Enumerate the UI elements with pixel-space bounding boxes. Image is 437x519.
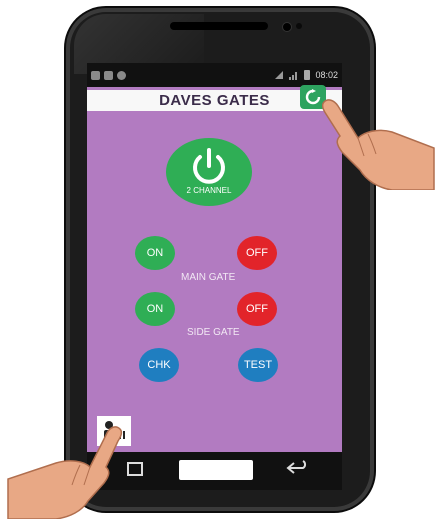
- main-gate-on-button[interactable]: ON: [135, 236, 175, 270]
- side-gate-off-button[interactable]: OFF: [237, 292, 277, 326]
- app-title: DAVES GATES: [159, 92, 270, 109]
- side-gate-on-button[interactable]: ON: [135, 292, 175, 326]
- phone-earpiece: [170, 22, 268, 30]
- alert-icon: [117, 70, 126, 80]
- power-label: 2 CHANNEL: [186, 186, 232, 195]
- power-icon: [193, 148, 225, 184]
- hand-illustration-top: [322, 99, 435, 190]
- home-button[interactable]: [179, 460, 253, 480]
- phone-sensor: [296, 23, 302, 29]
- main-gate-label: MAIN GATE: [181, 272, 236, 283]
- check-button[interactable]: CHK: [139, 348, 179, 382]
- test-button[interactable]: TEST: [238, 348, 278, 382]
- notification-icon: [91, 70, 100, 80]
- app-screen: 08:02 DAVES GATES 2 CHANNEL ON OFF MAIN …: [87, 63, 342, 452]
- status-time: 08:02: [315, 70, 338, 80]
- side-gate-label: SIDE GATE: [187, 327, 240, 338]
- power-button[interactable]: 2 CHANNEL: [166, 138, 252, 206]
- refresh-icon: [305, 89, 321, 105]
- hand-illustration-bottom: [7, 426, 123, 519]
- main-gate-off-button[interactable]: OFF: [237, 236, 277, 270]
- nav-bar: [87, 452, 342, 490]
- signal-icon: [289, 72, 298, 80]
- app-notification-icon: [104, 70, 113, 80]
- recent-apps-icon[interactable]: [127, 462, 143, 476]
- phone-camera: [282, 22, 292, 32]
- wifi-icon: [275, 71, 284, 79]
- status-bar: 08:02: [87, 63, 342, 87]
- back-icon[interactable]: [285, 460, 309, 476]
- battery-icon: [304, 70, 311, 80]
